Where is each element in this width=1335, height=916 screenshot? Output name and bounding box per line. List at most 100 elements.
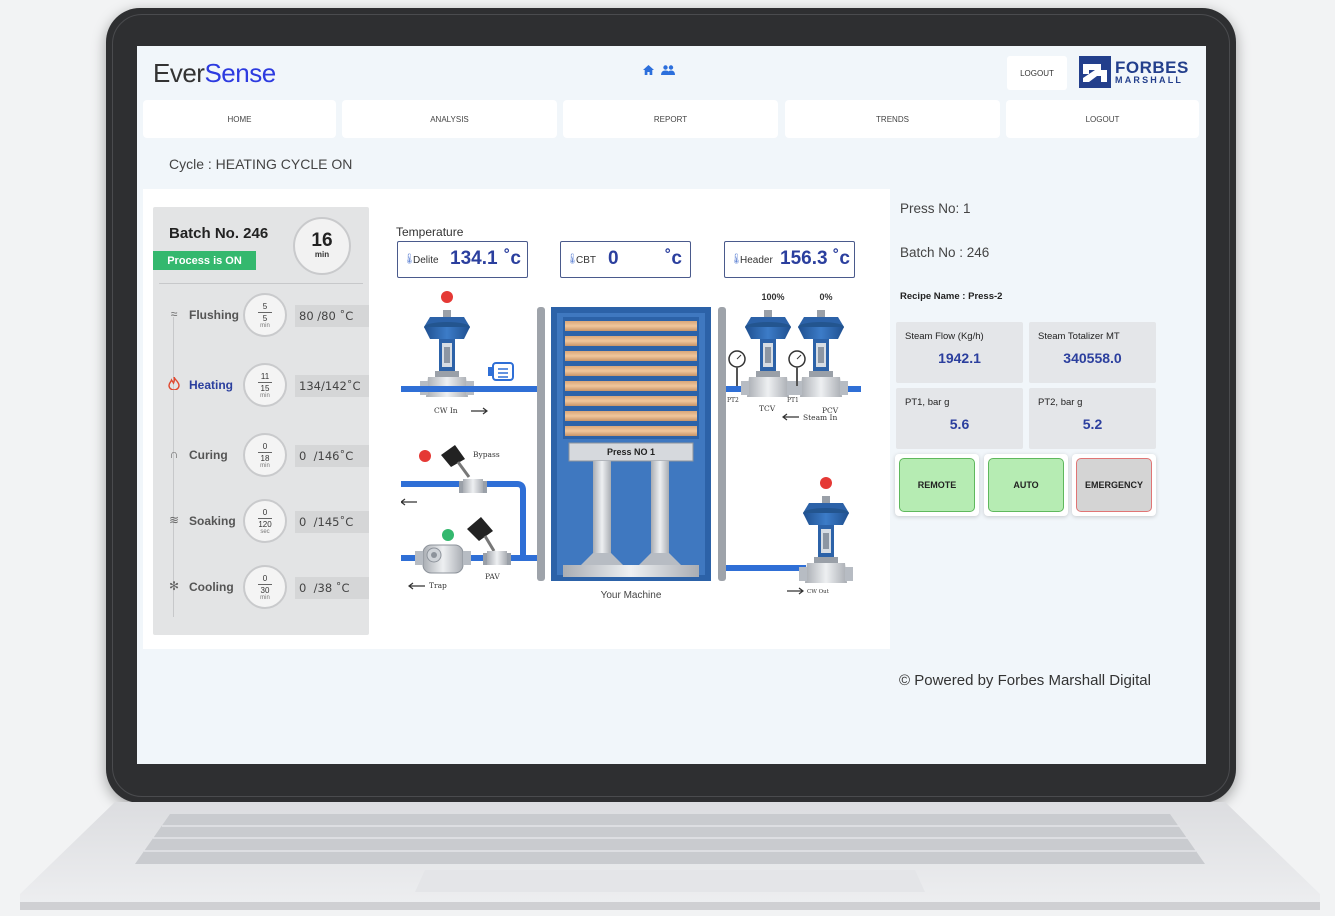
powered-by-footer: © Powered by Forbes Marshall Digital	[899, 672, 1151, 689]
top-bar: EverSense LOGOUT FORBES MARSHALL	[137, 46, 1206, 98]
metric-value: 340558.0	[1063, 350, 1122, 366]
stage-label: Cooling	[189, 580, 234, 594]
stage-unit: sec	[260, 529, 270, 535]
nav-home[interactable]: HOME	[143, 100, 336, 138]
top-logout-button[interactable]: LOGOUT	[1007, 56, 1067, 90]
stage-curing: ∩ Curing 0 18 min 0 /146˚C	[153, 431, 369, 481]
cycle-status: Cycle : HEATING CYCLE ON	[169, 156, 353, 172]
trap-arrow-icon	[408, 582, 425, 590]
header-value: 156.3	[780, 248, 828, 269]
stage-unit: min	[260, 463, 270, 469]
metric-value: 1942.1	[938, 350, 981, 366]
emergency-button[interactable]: EMERGENCY	[1076, 458, 1152, 512]
cw-out-pipe	[726, 565, 806, 571]
tcv-label: TCV	[759, 404, 776, 413]
stage-timer: 0 120 sec	[243, 499, 287, 543]
stage-total: 120	[258, 520, 272, 529]
cbt-label: CBT	[576, 255, 596, 266]
stage-elapsed: 0	[262, 508, 268, 517]
stage-total: 18	[260, 454, 270, 463]
batch-timer-value: 16	[311, 230, 333, 251]
batch-title: Batch No. 246	[169, 225, 269, 242]
header-temp-box: 🌡 Header 156.3 ˚c	[724, 241, 855, 278]
remote-button-frame: REMOTE	[895, 454, 979, 516]
logo-prefix: Ever	[153, 58, 205, 88]
stage-cooling: ✻ Cooling 0 30 min 0 /38 ˚C	[153, 563, 369, 613]
nav-trends[interactable]: TRENDS	[785, 100, 1000, 138]
nav-logout[interactable]: LOGOUT	[1006, 100, 1199, 138]
stage-temp: 0 /146˚C	[295, 445, 369, 467]
bypass-pipe	[401, 481, 526, 555]
steam-totalizer-card: Steam Totalizer MT 340558.0	[1029, 322, 1156, 383]
stage-unit: min	[260, 323, 270, 329]
stage-heating: Heating 11 15 min 134/142˚C	[153, 361, 369, 411]
metric-value: 5.2	[1082, 416, 1103, 432]
trap-icon	[415, 544, 471, 574]
soaking-icon: ≋	[168, 513, 180, 527]
motor-icon	[488, 362, 514, 381]
steam-flow-card: Steam Flow (Kg/h) 1942.1	[896, 322, 1023, 383]
press-left-rail	[537, 307, 545, 581]
stage-timer: 0 30 min	[243, 565, 287, 609]
main-nav: HOME ANALYSIS REPORT TRENDS LOGOUT	[143, 100, 1200, 138]
pt1-label: PT1	[787, 397, 799, 404]
machine-caption: Your Machine	[601, 590, 662, 601]
cbt-temp-box: 🌡 CBT 0 ˚c	[560, 241, 691, 278]
stage-temp: 134/142˚C	[295, 375, 369, 397]
heating-icon	[167, 376, 181, 391]
cw-out-indicator	[820, 477, 832, 489]
pcv-percent: 0%	[819, 292, 832, 302]
tcv-percent: 100%	[761, 292, 784, 302]
stage-temp: 80 /80 ˚C	[295, 305, 369, 327]
steam-in-arrow-icon	[782, 413, 799, 421]
metric-label: PT1, bar g	[905, 397, 950, 408]
delite-unit: ˚c	[504, 248, 521, 269]
cooling-icon: ✻	[168, 579, 180, 593]
process-panel: Batch No. 246 Process is ON 16 min ≈ Flu…	[143, 189, 890, 649]
home-icon[interactable]	[643, 65, 654, 76]
laptop-base	[20, 798, 1320, 916]
metric-label: Steam Flow (Kg/h)	[905, 331, 984, 342]
batch-timer-unit: min	[314, 250, 330, 259]
stage-label: Curing	[189, 448, 228, 462]
users-icon[interactable]	[661, 65, 676, 76]
eversense-logo[interactable]: EverSense	[153, 58, 276, 89]
stage-unit: min	[260, 595, 270, 601]
stage-label: Heating	[189, 378, 234, 392]
stage-soaking: ≋ Soaking 0 120 sec 0 /145˚C	[153, 497, 369, 547]
batch-card: Batch No. 246 Process is ON 16 min ≈ Flu…	[153, 207, 369, 635]
metric-label: PT2, bar g	[1038, 397, 1083, 408]
auto-button-frame: AUTO	[984, 454, 1068, 516]
header-label: Header	[740, 255, 773, 266]
metric-label: Steam Totalizer MT	[1038, 331, 1120, 342]
cw-out-label: CW Out	[807, 589, 830, 595]
stage-temp: 0 /145˚C	[295, 511, 369, 533]
cw-out-valve	[799, 496, 853, 583]
nav-analysis[interactable]: ANALYSIS	[342, 100, 557, 138]
cw-in-pipe	[401, 386, 537, 392]
remote-button[interactable]: REMOTE	[899, 458, 975, 512]
trap-label: Trap	[429, 581, 447, 590]
flushing-icon: ≈	[170, 307, 178, 321]
auto-button[interactable]: AUTO	[988, 458, 1064, 512]
forbes-marshall-logo: FORBES MARSHALL	[1079, 56, 1195, 88]
bypass-label: Bypass	[473, 450, 500, 459]
stage-timer: 0 18 min	[243, 433, 287, 477]
top-icon-group	[643, 64, 676, 76]
stage-elapsed: 0	[262, 574, 268, 583]
delite-value: 134.1	[450, 248, 498, 269]
cw-in-indicator	[441, 291, 453, 303]
bypass-indicator	[419, 450, 431, 462]
pav-label: PAV	[485, 572, 500, 581]
nav-report[interactable]: REPORT	[563, 100, 778, 138]
header-unit: ˚c	[833, 248, 850, 269]
process-status-badge: Process is ON	[153, 251, 256, 270]
batch-timer: 16 min	[293, 217, 351, 275]
stage-unit: min	[260, 393, 270, 399]
app-screen: EverSense LOGOUT FORBES MARSHALL HOME AN…	[137, 46, 1206, 764]
cbt-unit: ˚c	[665, 248, 682, 269]
batch-number: Batch No : 246	[900, 245, 990, 260]
brand-line-2: MARSHALL	[1115, 75, 1184, 85]
stage-label: Flushing	[189, 308, 239, 322]
steam-in-label: Steam In	[803, 413, 838, 422]
